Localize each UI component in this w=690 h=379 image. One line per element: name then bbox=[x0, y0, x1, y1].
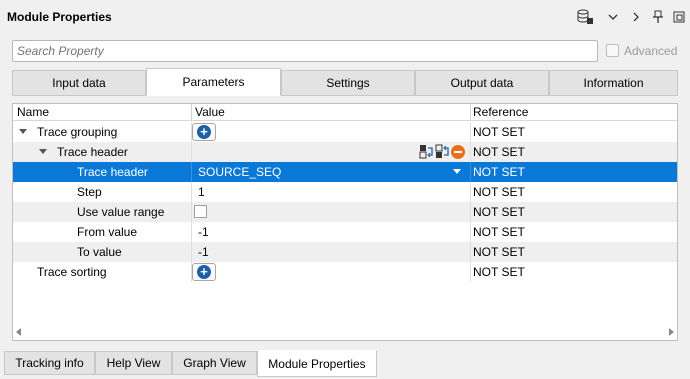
property-reference: NOT SET bbox=[473, 245, 525, 259]
tab-help-view[interactable]: Help View bbox=[95, 351, 172, 375]
table-row[interactable]: From value -1 NOT SET bbox=[13, 222, 677, 242]
from-value[interactable]: -1 bbox=[198, 225, 209, 239]
advanced-label: Advanced bbox=[624, 44, 678, 58]
property-reference: NOT SET bbox=[473, 185, 525, 199]
dropdown-arrow-icon[interactable] bbox=[453, 169, 461, 174]
property-reference: NOT SET bbox=[473, 125, 525, 139]
property-reference: NOT SET bbox=[473, 225, 525, 239]
tab-module-properties[interactable]: Module Properties bbox=[257, 350, 377, 377]
column-value-header[interactable]: Value bbox=[195, 105, 225, 119]
property-name: Step bbox=[77, 185, 102, 199]
property-reference: NOT SET bbox=[473, 265, 525, 279]
panel-title: Module Properties bbox=[7, 10, 112, 24]
add-button[interactable]: + bbox=[192, 263, 216, 281]
table-row[interactable]: Trace grouping + NOT SET bbox=[13, 122, 677, 142]
database-lock-icon[interactable] bbox=[577, 9, 593, 25]
tab-input-data[interactable]: Input data bbox=[12, 70, 146, 96]
column-name-header[interactable]: Name bbox=[17, 105, 49, 119]
property-name: From value bbox=[77, 225, 138, 239]
copy-to-icon[interactable] bbox=[419, 144, 434, 159]
tab-parameters[interactable]: Parameters bbox=[146, 68, 281, 96]
advanced-checkbox[interactable] bbox=[606, 44, 619, 57]
row-actions bbox=[419, 144, 465, 160]
table-row[interactable]: Trace sorting + NOT SET bbox=[13, 262, 677, 282]
table-row[interactable]: Step 1 NOT SET bbox=[13, 182, 677, 202]
property-name: Trace sorting bbox=[37, 265, 107, 279]
paste-from-icon[interactable] bbox=[435, 144, 450, 159]
property-name: Use value range bbox=[77, 205, 165, 219]
use-value-range-checkbox[interactable] bbox=[194, 205, 207, 218]
tab-settings[interactable]: Settings bbox=[281, 70, 415, 96]
property-reference: NOT SET bbox=[473, 165, 525, 179]
horizontal-scrollbar[interactable] bbox=[13, 324, 677, 340]
scroll-left-icon[interactable] bbox=[16, 328, 21, 336]
expand-arrow-icon[interactable] bbox=[39, 149, 47, 154]
tab-information[interactable]: Information bbox=[549, 70, 678, 96]
add-button[interactable]: + bbox=[192, 123, 216, 141]
property-name: To value bbox=[77, 245, 122, 259]
chevron-right-icon[interactable] bbox=[628, 9, 644, 25]
plus-icon: + bbox=[197, 265, 211, 279]
scroll-right-icon[interactable] bbox=[669, 328, 674, 336]
property-reference: NOT SET bbox=[473, 205, 525, 219]
property-reference: NOT SET bbox=[473, 145, 525, 159]
table-row[interactable]: Trace header NOT SET bbox=[13, 142, 677, 162]
grid-header: Name Value Reference bbox=[13, 104, 677, 121]
table-row[interactable]: Use value range NOT SET bbox=[13, 202, 677, 222]
panel-titlebar: Module Properties bbox=[0, 0, 690, 34]
column-reference-header[interactable]: Reference bbox=[473, 105, 528, 119]
property-grid: Name Value Reference Trace grouping + NO… bbox=[12, 103, 678, 341]
expand-arrow-icon[interactable] bbox=[19, 129, 27, 134]
pin-icon[interactable] bbox=[650, 9, 666, 25]
bottom-tab-bar: Tracking info Help View Graph View Modul… bbox=[0, 349, 690, 379]
restore-window-icon[interactable] bbox=[671, 9, 687, 25]
to-value[interactable]: -1 bbox=[198, 245, 209, 259]
plus-icon: + bbox=[197, 125, 211, 139]
trace-header-select[interactable]: SOURCE_SEQ bbox=[198, 165, 281, 179]
property-name: Trace header bbox=[77, 165, 148, 179]
remove-icon[interactable] bbox=[451, 145, 465, 159]
tab-graph-view[interactable]: Graph View bbox=[172, 351, 257, 375]
chevron-down-icon[interactable] bbox=[605, 9, 621, 25]
tab-bar: Input data Parameters Settings Output da… bbox=[12, 68, 678, 96]
tab-output-data[interactable]: Output data bbox=[415, 70, 549, 96]
tab-tracking-info[interactable]: Tracking info bbox=[4, 351, 95, 375]
search-property-input[interactable] bbox=[12, 40, 598, 62]
table-row[interactable]: To value -1 NOT SET bbox=[13, 242, 677, 262]
property-name: Trace header bbox=[57, 145, 128, 159]
table-row-selected[interactable]: Trace header SOURCE_SEQ NOT SET bbox=[13, 162, 677, 182]
property-name: Trace grouping bbox=[37, 125, 118, 139]
step-value[interactable]: 1 bbox=[198, 185, 205, 199]
